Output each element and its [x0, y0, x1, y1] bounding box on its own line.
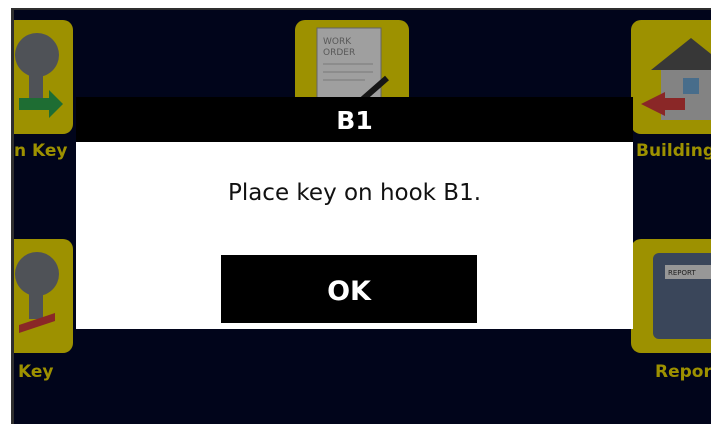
- dialog-title: B1: [76, 97, 633, 142]
- alert-dialog: B1 Place key on hook B1. OK: [76, 97, 633, 329]
- ok-button[interactable]: OK: [221, 255, 477, 323]
- device-frame: n Key WORK ORDER Building Key REPORT Rep…: [0, 0, 713, 425]
- dialog-message: Place key on hook B1.: [227, 180, 482, 206]
